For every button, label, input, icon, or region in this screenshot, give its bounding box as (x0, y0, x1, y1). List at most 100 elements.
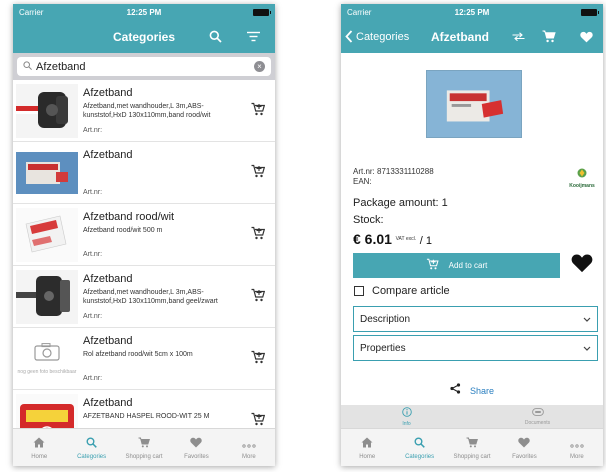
article-number: Art.nr: (83, 313, 103, 320)
tab-label: Categories (405, 453, 435, 460)
tab-home[interactable]: Home (13, 429, 65, 466)
documents-icon (531, 407, 544, 419)
price-unit: / 1 (419, 235, 432, 247)
search-box[interactable]: × (17, 57, 271, 76)
heart-icon (190, 436, 203, 452)
ean-label: EAN: (353, 177, 372, 186)
info-icon (401, 406, 412, 420)
description-accordion[interactable]: Description (353, 306, 598, 332)
favorite-heart-icon[interactable] (571, 253, 593, 280)
add-to-cart-icon[interactable] (251, 350, 266, 367)
back-label: Categories (356, 30, 410, 43)
list-item[interactable]: Afzetband Art.nr: (13, 142, 275, 204)
article-number: Art.nr: 8713331110288 (353, 167, 434, 176)
tab-home[interactable]: Home (341, 429, 393, 466)
search-input[interactable] (36, 60, 254, 73)
add-to-cart-icon[interactable] (251, 164, 266, 181)
article-number: Art.nr: (83, 251, 103, 258)
compare-icon[interactable] (509, 20, 527, 53)
tab-shopping-cart[interactable]: Shopping cart (446, 429, 498, 466)
tab-label: Home (31, 453, 48, 460)
vat-label: VAT excl. (395, 236, 417, 242)
list-item[interactable]: Afzetband Afzetband,met wandhouder,L 3m,… (13, 266, 275, 328)
tab-more[interactable]: More (223, 429, 275, 466)
product-thumbnail (16, 270, 78, 324)
more-icon (570, 436, 584, 452)
brand-logo-mark (577, 168, 587, 178)
add-to-cart-icon[interactable] (251, 412, 266, 428)
product-name: Afzetband (83, 87, 133, 99)
add-to-cart-icon[interactable] (251, 288, 266, 305)
chevron-down-icon (583, 344, 591, 353)
page-title: Categories (112, 29, 176, 44)
article-number: Art.nr: (83, 127, 103, 134)
no-photo-text: nog geen foto beschikbaar (17, 369, 77, 375)
checkbox-icon (354, 286, 364, 296)
search-icon (414, 436, 425, 452)
status-time: 12:25 PM (126, 7, 162, 17)
tab-shopping-cart[interactable]: Shopping cart (118, 429, 170, 466)
search-bar: × (13, 53, 275, 80)
battery-icon (253, 8, 271, 16)
cart-icon[interactable] (540, 20, 558, 53)
properties-accordion[interactable]: Properties (353, 335, 598, 361)
status-bar: Carrier 12:25 PM (341, 4, 603, 20)
subtab-documents[interactable]: Documents (472, 405, 603, 428)
clear-search-icon[interactable]: × (254, 61, 265, 72)
tab-favorites[interactable]: Favorites (170, 429, 222, 466)
subtab-info[interactable]: Info (341, 405, 472, 428)
share-icon (450, 383, 464, 397)
product-detail-screen: Carrier 12:25 PM Categories Afzetband Ar… (341, 4, 603, 466)
tab-label: Favorites (184, 453, 209, 460)
product-description: AFZETBAND HASPEL ROOD-WIT 25 M (83, 413, 210, 420)
accordion-label: Properties (360, 342, 406, 354)
camera-icon (34, 343, 60, 366)
heart-icon (518, 436, 531, 452)
tab-more[interactable]: More (551, 429, 603, 466)
product-description: Afzetband,met wandhouder,L 3m,ABS-kunsts… (83, 103, 211, 119)
list-item[interactable]: Afzetband rood/wit Afzetband rood/wit 50… (13, 204, 275, 266)
product-list: Afzetband Afzetband,met wandhouder,L 3m,… (13, 80, 275, 428)
brand-logo-text: Kooijmans (569, 183, 595, 189)
product-thumbnail (16, 394, 78, 428)
tab-categories[interactable]: Categories (65, 429, 117, 466)
add-to-cart-icon[interactable] (251, 226, 266, 243)
article-number: Art.nr: (83, 375, 103, 382)
tab-bar: Home Categories Shopping cart Favorites … (341, 428, 603, 466)
tab-label: Favorites (512, 453, 537, 460)
tab-categories[interactable]: Categories (393, 429, 445, 466)
tab-bar: Home Categories Shopping cart Favorites … (13, 428, 275, 466)
tab-label: Shopping cart (453, 453, 491, 460)
chevron-down-icon (583, 315, 591, 324)
add-to-cart-icon[interactable] (251, 102, 266, 119)
tab-favorites[interactable]: Favorites (498, 429, 550, 466)
list-item[interactable]: Afzetband Afzetband,met wandhouder,L 3m,… (13, 80, 275, 142)
compare-checkbox[interactable]: Compare article (354, 285, 450, 297)
search-icon[interactable] (205, 20, 225, 53)
tab-label: Categories (77, 453, 107, 460)
add-to-cart-button[interactable]: Add to cart (353, 253, 560, 278)
tab-label: Home (359, 453, 376, 460)
list-item[interactable]: nog geen foto beschikbaar Afzetband Rol … (13, 328, 275, 390)
compare-label: Compare article (372, 285, 450, 297)
product-thumbnail (16, 84, 78, 138)
accordion-label: Description (360, 313, 411, 325)
back-button[interactable]: Categories (345, 20, 409, 53)
tab-label: More (569, 453, 584, 460)
detail-subtabs: Info Documents (341, 405, 603, 428)
navigation-bar: Categories Afzetband (341, 20, 603, 53)
filter-icon[interactable] (243, 20, 263, 53)
share-button[interactable]: Share (341, 383, 603, 397)
product-name: Afzetband (83, 397, 133, 409)
page-title: Afzetband (431, 29, 489, 44)
product-description: Rol afzetband rood/wit 5cm x 100m (83, 351, 193, 358)
price: € 6.01 VAT excl. / 1 (353, 231, 432, 247)
product-thumbnail (16, 152, 78, 194)
product-description: Afzetband rood/wit 500 m (83, 227, 163, 234)
cart-icon (138, 436, 150, 452)
heart-icon[interactable] (577, 20, 595, 53)
chevron-left-icon (345, 30, 353, 43)
list-item[interactable]: Afzetband AFZETBAND HASPEL ROOD-WIT 25 M (13, 390, 275, 428)
brand-logo: Kooijmans (567, 165, 597, 189)
product-name: Afzetband (83, 273, 133, 285)
